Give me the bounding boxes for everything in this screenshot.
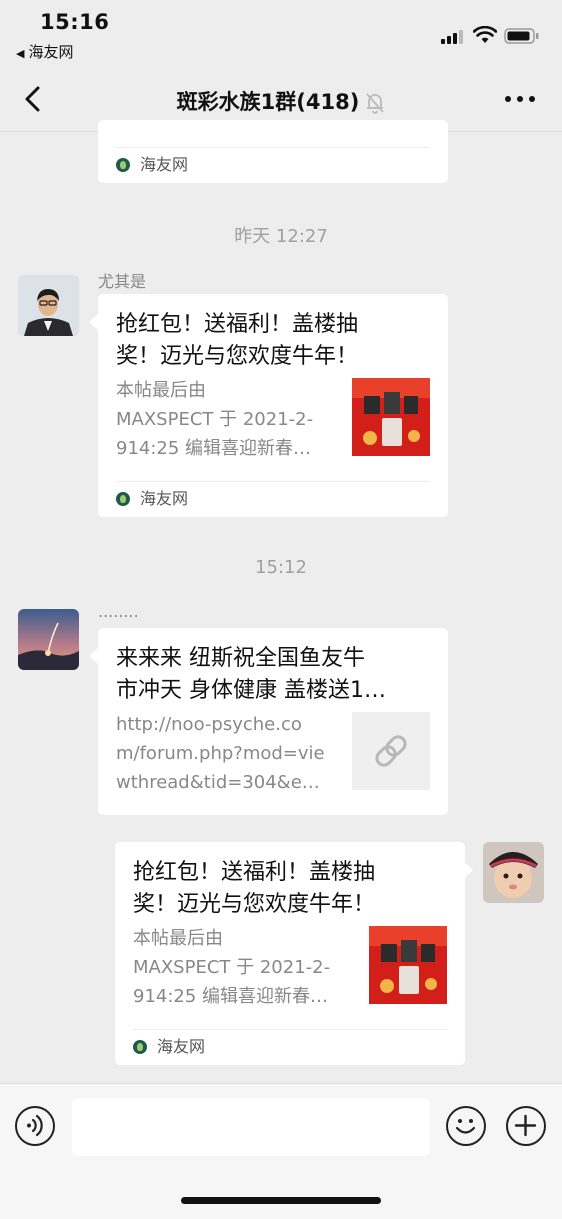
bell-slash-icon (366, 93, 385, 114)
card-source: 海友网 (116, 154, 188, 176)
card-desc-line: http://noo-psyche.co (116, 714, 302, 735)
card-desc-line: 914:25 编辑喜迎新春… (116, 438, 312, 459)
timestamp: 昨天 12:27 (234, 226, 328, 247)
link-card[interactable]: 来来来 纽斯祝全国鱼友牛 市冲天 身体健康 盖楼送1… http://noo-p… (98, 628, 448, 815)
card-divider (133, 1029, 447, 1030)
landscape-avatar-icon (18, 609, 79, 670)
card-desc-line: 本帖最后由 (116, 380, 206, 401)
card-thumbnail (352, 712, 430, 790)
sender-name: ........ (98, 602, 139, 621)
signal-icon (441, 30, 463, 44)
voice-button[interactable] (15, 1106, 55, 1146)
emoji-button[interactable] (446, 1106, 486, 1146)
card-thumbnail (352, 378, 430, 456)
card-title-line: 来来来 纽斯祝全国鱼友牛 (116, 646, 365, 671)
bubble-tail (89, 314, 98, 330)
card-description: 本帖最后由 MAXSPECT 于 2021-2- 914:25 编辑喜迎新春… (133, 924, 363, 1011)
card-title-line: 抢红包！送福利！盖楼抽 (133, 860, 376, 885)
more-actions-button[interactable] (506, 1106, 546, 1146)
link-icon (375, 735, 407, 767)
status-bar: 15:16 ◀ 海友网 (0, 0, 562, 70)
timestamp: 15:12 (255, 557, 307, 578)
voice-icon (27, 1114, 43, 1137)
home-indicator[interactable] (181, 1197, 381, 1204)
card-desc-line: MAXSPECT 于 2021-2- (116, 409, 314, 430)
card-desc-line: 914:25 编辑喜迎新春… (133, 986, 329, 1007)
person-avatar-icon (18, 275, 79, 336)
plus-icon (514, 1114, 537, 1137)
source-logo-icon (133, 1040, 147, 1054)
card-title: 抢红包！送福利！盖楼抽 奖！迈光与您欢度牛年！ (116, 309, 358, 373)
card-source: 海友网 (116, 488, 188, 510)
card-title: 来来来 纽斯祝全国鱼友牛 市冲天 身体健康 盖楼送1… (116, 643, 386, 707)
card-desc-line: 本帖最后由 (133, 928, 223, 949)
link-card-partial[interactable]: 海友网 (98, 120, 448, 183)
source-logo-icon (116, 492, 130, 506)
avatar[interactable] (18, 275, 79, 336)
more-icon[interactable] (500, 84, 540, 114)
link-card-self[interactable]: 抢红包！送福利！盖楼抽 奖！迈光与您欢度牛年！ 本帖最后由 MAXSPECT 于… (115, 842, 465, 1065)
source-label: 海友网 (157, 1037, 206, 1056)
chat-title: 斑彩水族1群(418) (0, 86, 562, 116)
bubble-tail (89, 648, 98, 664)
promo-image-icon (352, 378, 430, 456)
message-input[interactable] (72, 1098, 430, 1156)
avatar[interactable] (18, 609, 79, 670)
card-divider (116, 147, 430, 148)
card-title-line: 抢红包！送福利！盖楼抽 (116, 312, 359, 337)
bubble-tail (464, 862, 473, 878)
card-desc-line: m/forum.php?mod=vie (116, 743, 325, 764)
source-logo-icon (116, 158, 130, 172)
child-avatar-icon (483, 842, 544, 903)
card-title: 抢红包！送福利！盖楼抽 奖！迈光与您欢度牛年！ (133, 857, 375, 921)
card-description: 本帖最后由 MAXSPECT 于 2021-2- 914:25 编辑喜迎新春… (116, 376, 346, 463)
emoji-icon (455, 1119, 476, 1134)
card-source: 海友网 (133, 1036, 205, 1058)
battery-icon (504, 28, 539, 44)
back-app-label: 海友网 (28, 43, 74, 61)
promo-image-icon (369, 926, 447, 1004)
card-thumbnail (369, 926, 447, 1004)
card-desc-line: MAXSPECT 于 2021-2- (133, 957, 331, 978)
card-description: http://noo-psyche.co m/forum.php?mod=vie… (116, 710, 346, 797)
card-title-line: 奖！迈光与您欢度牛年！ (116, 344, 359, 369)
link-card[interactable]: 抢红包！送福利！盖楼抽 奖！迈光与您欢度牛年！ 本帖最后由 MAXSPECT 于… (98, 294, 448, 517)
card-title-line: 市冲天 身体健康 盖楼送1… (116, 678, 386, 703)
card-divider (116, 481, 430, 482)
wifi-icon (473, 26, 497, 43)
card-title-line: 奖！迈光与您欢度牛年！ (133, 892, 376, 917)
back-arrow-icon: ◀ (16, 47, 25, 60)
chat-title-text: 斑彩水族1群(418) (176, 90, 360, 114)
back-to-app-link[interactable]: ◀ 海友网 (16, 41, 73, 62)
source-label: 海友网 (140, 489, 189, 508)
sender-name: 尤其是 (98, 272, 147, 291)
status-time: 15:16 (40, 10, 110, 34)
source-label: 海友网 (140, 155, 189, 174)
my-avatar[interactable] (483, 842, 544, 903)
card-desc-line: wthread&tid=304&e… (116, 772, 320, 793)
